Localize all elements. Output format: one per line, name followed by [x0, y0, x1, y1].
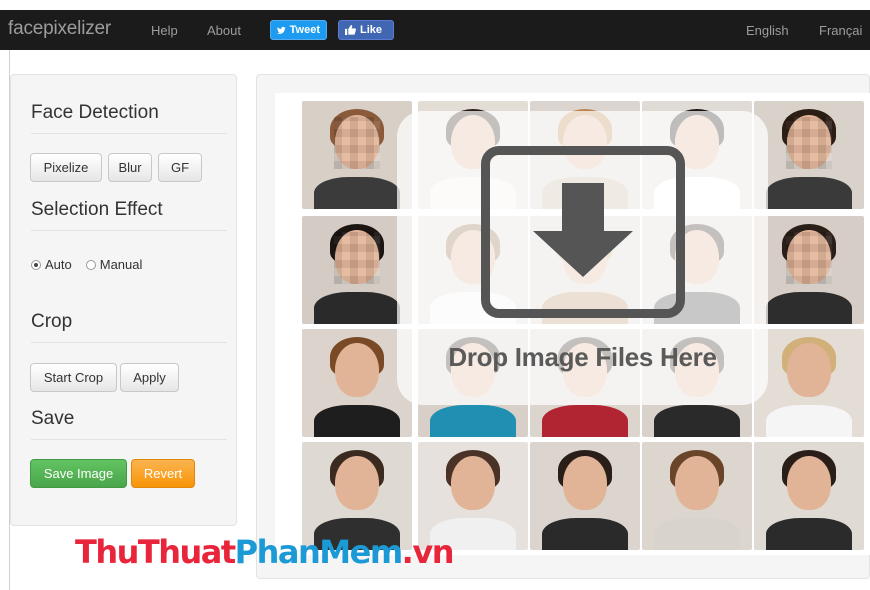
crop-heading: Crop	[31, 311, 73, 332]
selection-effect-options: Auto Manual	[31, 257, 142, 272]
divider	[31, 230, 227, 231]
portrait-photo	[754, 442, 864, 550]
portrait-photo	[754, 101, 864, 209]
like-label: Like	[360, 24, 383, 36]
auto-radio[interactable]	[31, 259, 41, 270]
watermark-part-3: .vn	[401, 533, 455, 571]
selection-effect-heading: Selection Effect	[31, 199, 163, 220]
apply-button[interactable]: Apply	[120, 363, 179, 392]
drop-files-label: Drop Image Files Here	[448, 342, 717, 372]
tweet-button[interactable]: Tweet	[270, 20, 327, 40]
save-image-button[interactable]: Save Image	[30, 459, 127, 488]
thumbs-up-icon	[345, 25, 356, 35]
save-heading: Save	[31, 408, 75, 429]
manual-radio-label[interactable]: Manual	[100, 257, 143, 272]
watermark-part-1: ThuThuat	[75, 533, 236, 571]
divider	[31, 133, 227, 134]
download-arrow-icon	[533, 183, 633, 277]
portrait-photo	[754, 216, 864, 324]
manual-radio[interactable]	[85, 259, 96, 270]
portrait-photo	[530, 442, 640, 550]
auto-radio-label[interactable]: Auto	[45, 257, 72, 272]
portrait-photo	[302, 216, 412, 324]
divider	[31, 342, 227, 343]
gf-button[interactable]: GF	[158, 153, 202, 182]
tools-sidebar: Face Detection Pixelize Blur GF Selectio…	[10, 74, 237, 526]
blur-button[interactable]: Blur	[108, 153, 152, 182]
site-watermark: ThuThuatPhanMem.vn	[75, 533, 455, 571]
portrait-photo	[642, 442, 752, 550]
portrait-photo	[754, 329, 864, 437]
face-detection-heading: Face Detection	[31, 102, 159, 123]
language-french-link[interactable]: Françai	[819, 23, 862, 38]
portrait-photo	[302, 329, 412, 437]
top-navbar: facepixelizer Help About Tweet Like Engl…	[0, 10, 870, 50]
nav-help-link[interactable]: Help	[151, 23, 178, 38]
nav-about-link[interactable]: About	[207, 23, 241, 38]
start-crop-button[interactable]: Start Crop	[30, 363, 117, 392]
tweet-label: Tweet	[289, 24, 320, 36]
pixelize-button[interactable]: Pixelize	[30, 153, 102, 182]
brand-logo[interactable]: facepixelizer	[8, 18, 111, 40]
divider	[31, 439, 227, 440]
watermark-part-2: PhanMem	[234, 533, 404, 571]
bird-icon	[277, 26, 286, 34]
like-button[interactable]: Like	[338, 20, 394, 40]
revert-button[interactable]: Revert	[131, 459, 195, 488]
portrait-photo	[302, 101, 412, 209]
language-english-link[interactable]: English	[746, 23, 789, 38]
